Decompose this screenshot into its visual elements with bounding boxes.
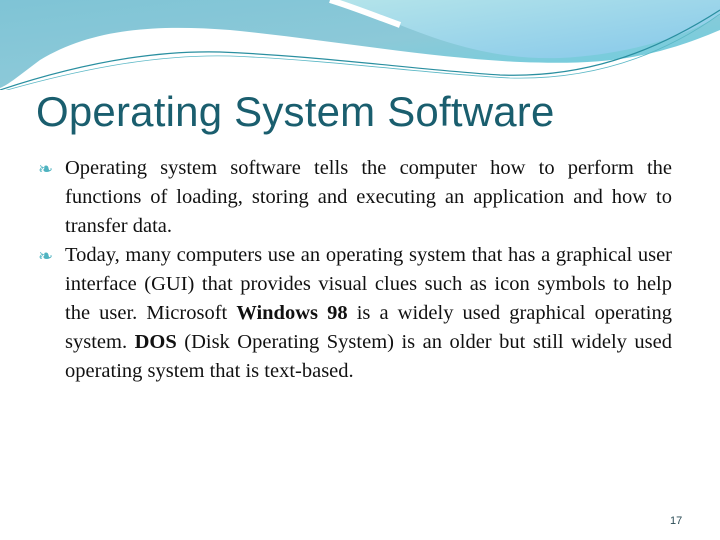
bullet-text-bold: DOS [134,331,177,353]
slide-body: ❧ Operating system software tells the co… [38,154,672,386]
bullet-text-bold: Windows 98 [236,302,348,324]
slide-title: Operating System Software [36,88,555,135]
bullet-text: Operating system software tells the comp… [65,157,672,237]
scroll-bullet-icon: ❧ [38,246,54,266]
bullet-item: ❧ Operating system software tells the co… [38,154,672,241]
header-wave-decoration [0,0,720,90]
page-number: 17 [670,515,683,527]
bullet-item: ❧ Today, many computers use an operating… [38,241,672,386]
scroll-bullet-icon: ❧ [38,159,54,179]
